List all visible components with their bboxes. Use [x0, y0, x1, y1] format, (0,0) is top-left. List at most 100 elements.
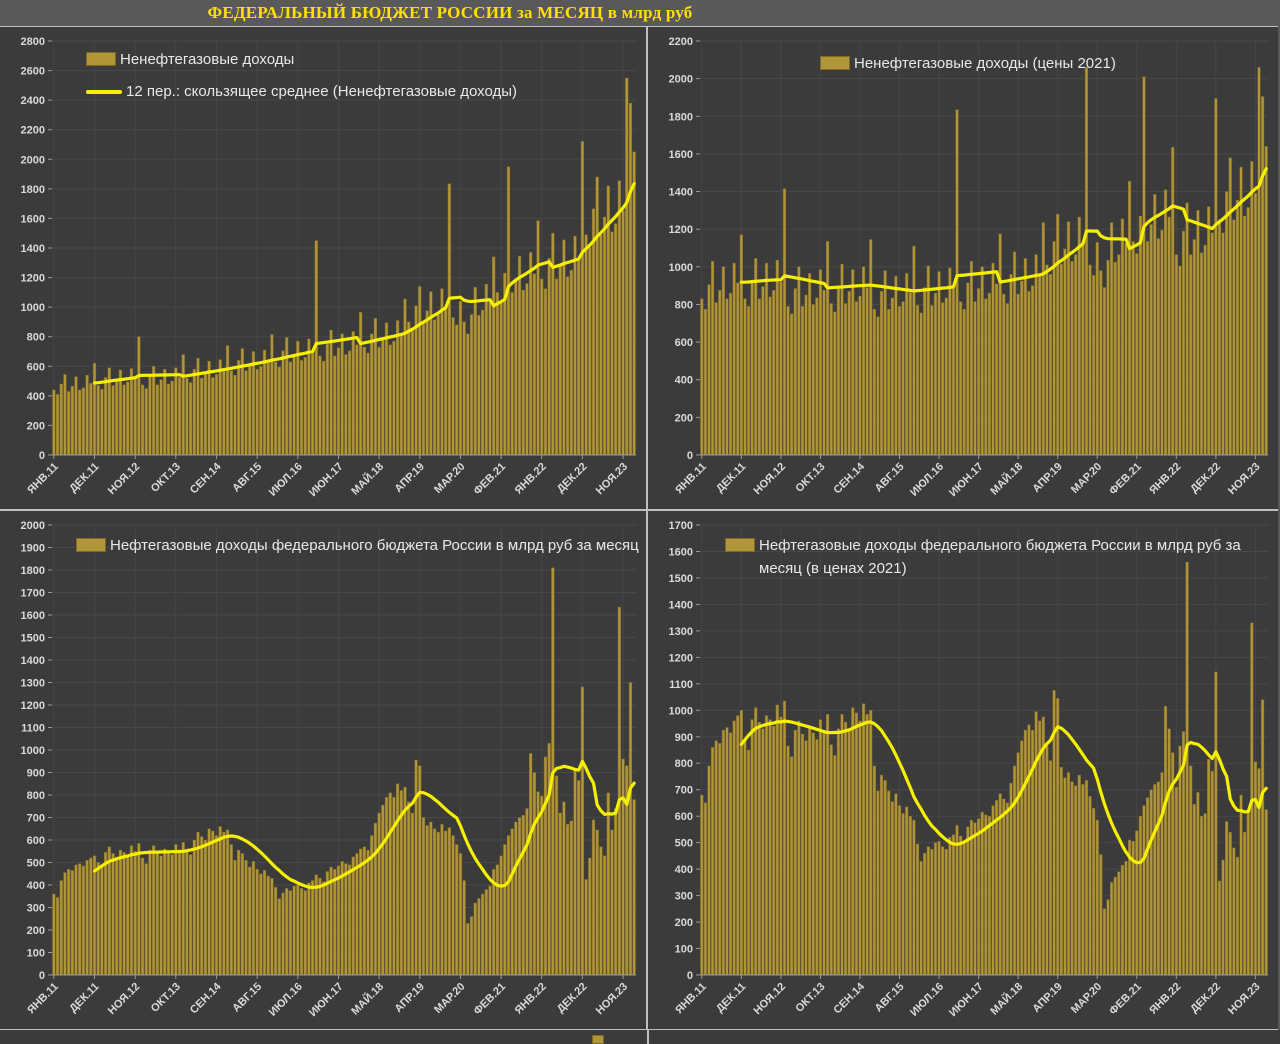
chart-non-oil-gas-real: 0200400600800100012001400160018002000220…	[648, 27, 1278, 509]
svg-text:1200: 1200	[669, 224, 693, 236]
svg-text:200: 200	[27, 420, 45, 432]
svg-text:ИЮЛ.16: ИЮЛ.16	[267, 461, 305, 499]
svg-text:НОЯ.12: НОЯ.12	[752, 981, 788, 1017]
svg-text:ЯНВ.11: ЯНВ.11	[673, 461, 709, 497]
svg-text:НОЯ.23: НОЯ.23	[594, 981, 630, 1017]
svg-text:1700: 1700	[21, 588, 45, 600]
svg-text:200: 200	[675, 917, 693, 929]
svg-text:2800: 2800	[21, 36, 45, 48]
svg-text:400: 400	[27, 880, 45, 892]
svg-text:1200: 1200	[21, 700, 45, 712]
svg-text:ДЕК.22: ДЕК.22	[555, 981, 590, 1016]
svg-text:800: 800	[27, 332, 45, 344]
svg-text:2200: 2200	[669, 36, 693, 48]
svg-text:1300: 1300	[669, 626, 693, 638]
svg-text:600: 600	[27, 835, 45, 847]
panel-non-oil-gas-nominal: 0200400600800100012001400160018002000220…	[0, 27, 646, 509]
svg-text:НОЯ.23: НОЯ.23	[1226, 461, 1262, 497]
svg-text:ДЕК.11: ДЕК.11	[67, 981, 101, 1015]
svg-text:300: 300	[27, 903, 45, 915]
svg-text:0: 0	[687, 970, 693, 982]
svg-text:ДЕК.11: ДЕК.11	[714, 981, 748, 1015]
svg-text:500: 500	[27, 858, 45, 870]
page: ФЕДЕРАЛЬНЫЙ БЮДЖЕТ РОССИИ за МЕСЯЦ в млр…	[0, 0, 1280, 1044]
page-title: ФЕДЕРАЛЬНЫЙ БЮДЖЕТ РОССИИ за МЕСЯЦ в млр…	[208, 3, 693, 23]
svg-text:ЯНВ.11: ЯНВ.11	[25, 461, 61, 497]
svg-text:МАЙ.18: МАЙ.18	[349, 980, 387, 1018]
svg-text:МАР.20: МАР.20	[432, 461, 467, 496]
svg-text:700: 700	[27, 813, 45, 825]
svg-text:900: 900	[675, 732, 693, 744]
svg-text:1700: 1700	[669, 520, 693, 532]
svg-text:СЕН.14: СЕН.14	[831, 980, 867, 1016]
svg-text:1900: 1900	[21, 543, 45, 555]
svg-text:СЕН.14: СЕН.14	[831, 460, 867, 496]
svg-text:ЯНВ.11: ЯНВ.11	[25, 981, 61, 1017]
svg-text:ФЕВ.21: ФЕВ.21	[471, 461, 508, 498]
svg-text:НОЯ.12: НОЯ.12	[106, 981, 142, 1017]
svg-text:АПР.19: АПР.19	[392, 981, 426, 1015]
svg-text:ДЕК.22: ДЕК.22	[555, 461, 590, 496]
svg-text:2200: 2200	[21, 125, 45, 137]
svg-text:МАР.20: МАР.20	[432, 981, 467, 1016]
svg-text:ИЮН.17: ИЮН.17	[947, 461, 986, 500]
svg-text:200: 200	[27, 925, 45, 937]
svg-text:ЯНВ.22: ЯНВ.22	[513, 981, 549, 1017]
svg-text:ИЮН.17: ИЮН.17	[307, 981, 346, 1020]
svg-text:МАР.20: МАР.20	[1069, 981, 1104, 1016]
svg-text:ДЕК.11: ДЕК.11	[67, 461, 101, 495]
svg-text:0: 0	[39, 970, 45, 982]
svg-text:АВГ.15: АВГ.15	[230, 981, 264, 1015]
svg-text:800: 800	[675, 758, 693, 770]
svg-text:1400: 1400	[669, 599, 693, 611]
svg-text:1000: 1000	[21, 745, 45, 757]
svg-text:400: 400	[675, 864, 693, 876]
svg-text:200: 200	[675, 412, 693, 424]
svg-text:2000: 2000	[21, 154, 45, 166]
svg-text:НОЯ.23: НОЯ.23	[1226, 981, 1262, 1017]
svg-text:ЯНВ.11: ЯНВ.11	[673, 981, 709, 1017]
svg-text:АВГ.15: АВГ.15	[873, 981, 907, 1015]
svg-text:1200: 1200	[669, 652, 693, 664]
svg-text:ЯНВ.22: ЯНВ.22	[513, 461, 549, 497]
svg-text:МАР.20: МАР.20	[1069, 461, 1104, 496]
svg-text:ИЮН.17: ИЮН.17	[947, 981, 986, 1020]
svg-text:2600: 2600	[21, 66, 45, 78]
svg-text:ОКТ.13: ОКТ.13	[793, 461, 827, 495]
svg-text:2400: 2400	[21, 95, 45, 107]
svg-text:ЯНВ.22: ЯНВ.22	[1147, 461, 1183, 497]
svg-text:ИЮЛ.16: ИЮЛ.16	[908, 981, 946, 1019]
panel-divider	[647, 1030, 649, 1044]
svg-text:1400: 1400	[21, 655, 45, 667]
svg-text:1800: 1800	[21, 565, 45, 577]
svg-text:ИЮН.17: ИЮН.17	[307, 461, 346, 500]
svg-text:1300: 1300	[21, 678, 45, 690]
svg-text:100: 100	[675, 944, 693, 956]
svg-text:ЯНВ.22: ЯНВ.22	[1147, 981, 1183, 1017]
svg-text:300: 300	[675, 891, 693, 903]
svg-text:1400: 1400	[669, 187, 693, 199]
svg-text:1600: 1600	[669, 547, 693, 559]
svg-text:1800: 1800	[669, 111, 693, 123]
svg-text:1000: 1000	[669, 262, 693, 274]
svg-text:ФЕВ.21: ФЕВ.21	[1107, 981, 1144, 1018]
svg-text:1000: 1000	[669, 705, 693, 717]
svg-text:1400: 1400	[21, 243, 45, 255]
svg-text:ДЕК.22: ДЕК.22	[1188, 461, 1223, 496]
svg-text:АПР.19: АПР.19	[1030, 461, 1064, 495]
svg-text:1600: 1600	[21, 213, 45, 225]
svg-text:АВГ.15: АВГ.15	[873, 461, 907, 495]
svg-text:1800: 1800	[21, 184, 45, 196]
svg-text:400: 400	[675, 375, 693, 387]
svg-text:ФЕВ.21: ФЕВ.21	[471, 981, 508, 1018]
svg-text:700: 700	[675, 785, 693, 797]
svg-text:2000: 2000	[21, 520, 45, 532]
svg-text:900: 900	[27, 768, 45, 780]
svg-text:2000: 2000	[669, 74, 693, 86]
svg-text:0: 0	[39, 450, 45, 462]
svg-text:ДЕК.11: ДЕК.11	[714, 461, 748, 495]
svg-text:800: 800	[27, 790, 45, 802]
svg-text:600: 600	[675, 811, 693, 823]
next-row-cropped-edge	[0, 1030, 1280, 1044]
svg-text:ОКТ.13: ОКТ.13	[149, 981, 183, 1015]
